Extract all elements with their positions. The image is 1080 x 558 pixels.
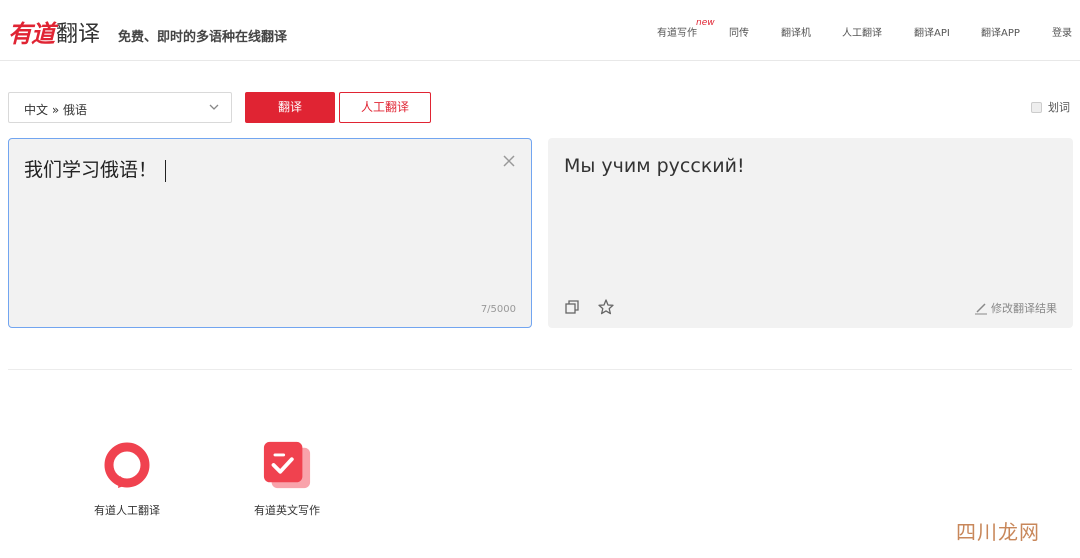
human-translate-button[interactable]: 人工翻译 xyxy=(339,92,431,123)
product-label: 有道英文写作 xyxy=(254,504,320,517)
star-icon[interactable] xyxy=(597,298,615,316)
new-badge: new xyxy=(696,18,715,28)
translated-text: Мы учим русский! xyxy=(564,155,745,177)
human-translation-icon xyxy=(104,442,150,488)
watermark: 四川龙网 xyxy=(956,520,1040,544)
huaci-toggle[interactable]: 划词 xyxy=(1031,99,1070,115)
huaci-label: 划词 xyxy=(1048,101,1070,114)
huaci-checkbox[interactable] xyxy=(1031,101,1042,113)
slogan: 免费、即时的多语种在线翻译 xyxy=(118,30,288,45)
edit-result-button[interactable]: 修改翻译结果 xyxy=(974,300,1057,316)
char-counter: 7/5000 xyxy=(480,304,516,315)
text-caret xyxy=(165,159,167,182)
nav-human-translation[interactable]: 人工翻译 xyxy=(842,24,882,39)
product-label: 有道人工翻译 xyxy=(94,504,160,517)
logo-product: 翻译 xyxy=(56,21,101,47)
nav-translation-machine[interactable]: 翻译机 xyxy=(781,24,811,39)
target-output-panel: Мы учим русский! 修改翻译结果 xyxy=(548,138,1073,328)
pencil-icon xyxy=(975,303,987,315)
translate-button[interactable]: 翻译 xyxy=(245,92,335,123)
nav-app[interactable]: 翻译APP xyxy=(981,24,1020,39)
copy-icon[interactable] xyxy=(564,299,580,315)
language-pair: 中文 » 俄语 xyxy=(24,103,87,117)
source-text: 我们学习俄语！ xyxy=(24,159,158,181)
language-select[interactable]: 中文 » 俄语 xyxy=(8,92,232,123)
logo-brand: 有道 xyxy=(8,20,55,48)
top-header: 有道 翻译 免费、即时的多语种在线翻译 有道写作 new 同传 翻译机 人工翻译… xyxy=(0,0,1080,61)
nav-interpret[interactable]: 同传 xyxy=(729,24,749,39)
nav-write[interactable]: 有道写作 xyxy=(657,24,697,39)
youdao-logo[interactable]: 有道 翻译 xyxy=(8,14,100,49)
chevron-down-icon xyxy=(209,104,219,110)
nav-login[interactable]: 登录 xyxy=(1052,24,1072,39)
section-divider xyxy=(8,369,1072,370)
nav-api[interactable]: 翻译API xyxy=(914,24,950,39)
edit-result-label: 修改翻译结果 xyxy=(991,302,1057,315)
writing-check-icon xyxy=(263,441,311,489)
source-text-field[interactable]: 我们学习俄语！ xyxy=(24,155,167,182)
close-icon[interactable] xyxy=(501,153,517,169)
source-input-panel[interactable]: 我们学习俄语！ 7/5000 xyxy=(8,138,532,328)
